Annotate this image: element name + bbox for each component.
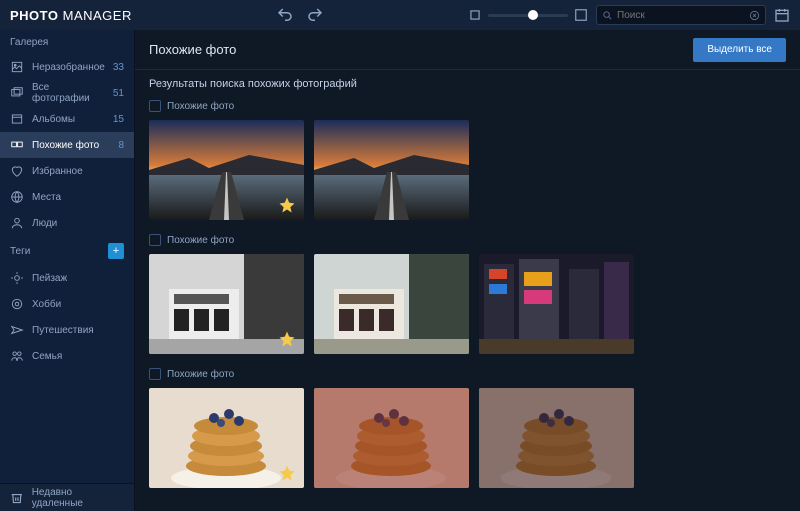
- thumb-large-icon: [574, 8, 588, 22]
- star-icon: [278, 330, 296, 348]
- photo-thumb[interactable]: [314, 388, 469, 488]
- tags-header: Теги +: [0, 236, 134, 265]
- gallery-header: Галерея: [0, 30, 134, 54]
- search-icon: [602, 10, 613, 21]
- sidebar-item-all[interactable]: Все фотографии 51: [0, 80, 134, 106]
- sidebar-item-count: 8: [118, 140, 124, 151]
- tag-item-family[interactable]: Семья: [0, 343, 134, 369]
- landscape-icon: [10, 271, 24, 285]
- thumb-size-control: [468, 8, 588, 22]
- topbar-center: [132, 6, 468, 24]
- add-tag-button[interactable]: +: [108, 243, 124, 259]
- sidebar-item-count: 51: [113, 88, 124, 99]
- travel-icon: [10, 323, 24, 337]
- calendar-icon[interactable]: [774, 7, 790, 23]
- redo-button[interactable]: [306, 6, 324, 24]
- select-all-button[interactable]: Выделить все: [693, 38, 786, 62]
- sidebar-item-people[interactable]: Люди: [0, 210, 134, 236]
- tag-item-label: Семья: [32, 351, 124, 362]
- photo-thumb[interactable]: [479, 388, 634, 488]
- tag-item-hobby[interactable]: Хобби: [0, 291, 134, 317]
- similar-group: Похожие фото: [149, 100, 786, 220]
- sidebar-item-places[interactable]: Места: [0, 184, 134, 210]
- favorite-icon: [10, 164, 24, 178]
- photo-thumb[interactable]: [479, 254, 634, 354]
- sidebar: Галерея Неразобранное 33 Все фотографии 51 А…: [0, 30, 135, 511]
- similar-group: Похожие фото: [149, 368, 786, 488]
- main-panel: Похожие фото Выделить все Результаты пои…: [135, 30, 800, 511]
- checkbox-icon: [149, 368, 161, 380]
- all-icon: [10, 86, 24, 100]
- tag-item-label: Хобби: [32, 299, 124, 310]
- sidebar-item-favorite[interactable]: Избранное: [0, 158, 134, 184]
- family-icon: [10, 349, 24, 363]
- photo-thumb[interactable]: [314, 120, 469, 220]
- places-icon: [10, 190, 24, 204]
- searchbox: [596, 5, 766, 25]
- sidebar-item-count: 33: [113, 62, 124, 73]
- group-label: Похожие фото: [167, 369, 234, 380]
- unsorted-icon: [10, 60, 24, 74]
- tag-item-label: Путешествия: [32, 325, 124, 336]
- similar-group: Похожие фото: [149, 234, 786, 354]
- photo-thumb[interactable]: [314, 254, 469, 354]
- results-label: Результаты поиска похожих фотографий: [135, 70, 800, 100]
- photo-thumb[interactable]: [149, 388, 304, 488]
- thumb-size-slider[interactable]: [488, 14, 568, 17]
- group-checkbox[interactable]: Похожие фото: [149, 100, 786, 112]
- star-icon: [278, 464, 296, 482]
- group-checkbox[interactable]: Похожие фото: [149, 368, 786, 380]
- clear-icon[interactable]: [749, 10, 760, 21]
- group-label: Похожие фото: [167, 101, 234, 112]
- checkbox-icon: [149, 100, 161, 112]
- thumb-small-icon: [468, 8, 482, 22]
- tag-item-travel[interactable]: Путешествия: [0, 317, 134, 343]
- group-label: Похожие фото: [167, 235, 234, 246]
- sidebar-item-label: Все фотографии: [32, 82, 105, 104]
- trash-icon: [10, 491, 24, 505]
- main-header: Похожие фото Выделить все: [135, 30, 800, 70]
- topbar: PHOTO MANAGER: [0, 0, 800, 30]
- sidebar-item-label: Избранное: [32, 166, 116, 177]
- content-scroll[interactable]: Похожие фото Похожие фото Похожие фото: [135, 100, 800, 511]
- sidebar-item-similar[interactable]: Похожие фото 8: [0, 132, 134, 158]
- search-input[interactable]: [617, 10, 745, 21]
- tag-item-label: Пейзаж: [32, 273, 124, 284]
- star-icon: [278, 196, 296, 214]
- undo-button[interactable]: [276, 6, 294, 24]
- checkbox-icon: [149, 234, 161, 246]
- albums-icon: [10, 112, 24, 126]
- similar-icon: [10, 138, 24, 152]
- group-checkbox[interactable]: Похожие фото: [149, 234, 786, 246]
- photo-thumb[interactable]: [149, 120, 304, 220]
- sidebar-item-unsorted[interactable]: Неразобранное 33: [0, 54, 134, 80]
- sidebar-item-label: Люди: [32, 218, 116, 229]
- sidebar-item-label: Неразобранное: [32, 62, 105, 73]
- sidebar-item-albums[interactable]: Альбомы 15: [0, 106, 134, 132]
- people-icon: [10, 216, 24, 230]
- sidebar-item-label: Места: [32, 192, 116, 203]
- topbar-right: [468, 5, 790, 25]
- tag-item-landscape[interactable]: Пейзаж: [0, 265, 134, 291]
- app-logo: PHOTO MANAGER: [10, 8, 132, 23]
- hobby-icon: [10, 297, 24, 311]
- page-title: Похожие фото: [149, 42, 693, 57]
- sidebar-item-label: Альбомы: [32, 114, 105, 125]
- sidebar-item-count: 15: [113, 114, 124, 125]
- trash-item[interactable]: Недавно удаленные: [0, 483, 134, 511]
- sidebar-item-label: Похожие фото: [32, 140, 110, 151]
- photo-thumb[interactable]: [149, 254, 304, 354]
